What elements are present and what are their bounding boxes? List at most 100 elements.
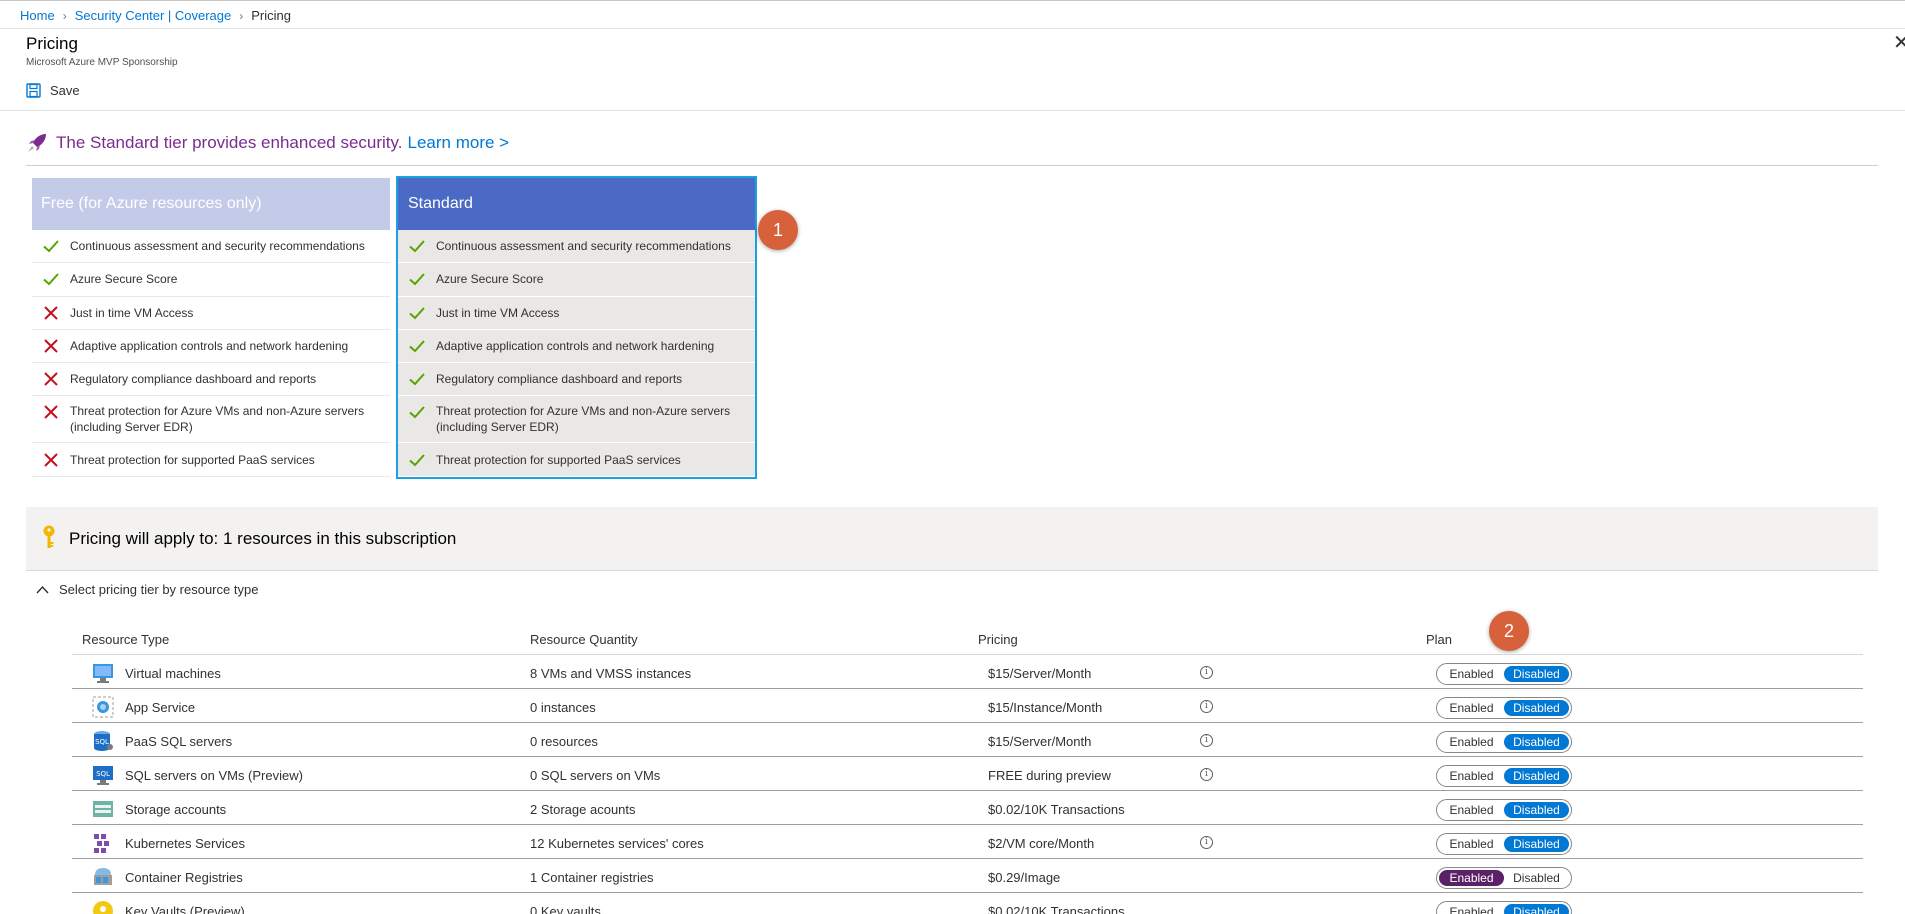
plan-toggle[interactable]: Enabled Disabled (1436, 901, 1572, 914)
app-service-icon (91, 695, 115, 719)
table-header-divider (72, 654, 1863, 655)
plan-toggle[interactable]: Enabled Disabled (1436, 833, 1572, 855)
chevron-up-icon (36, 585, 49, 594)
free-tier-card[interactable]: Free (for Azure resources only) Continuo… (32, 178, 390, 477)
plan-toggle[interactable]: Enabled Disabled (1436, 799, 1572, 821)
feature-label: Just in time VM Access (70, 305, 194, 320)
checkmark-icon (42, 237, 60, 255)
plan-enabled-option[interactable]: Enabled (1439, 802, 1504, 818)
resource-type-section-toggle[interactable]: Select pricing tier by resource type (36, 582, 258, 597)
plan-disabled-option[interactable]: Disabled (1504, 768, 1569, 784)
plan-disabled-option[interactable]: Disabled (1504, 802, 1569, 818)
pricing-cell: $15/Server/Month (988, 734, 1092, 749)
plan-enabled-option[interactable]: Enabled (1439, 768, 1504, 784)
feature-label: Threat protection for Azure VMs and non-… (70, 404, 365, 435)
checkmark-icon (408, 451, 426, 469)
cross-icon (42, 304, 60, 322)
plan-disabled-option[interactable]: Disabled (1504, 734, 1569, 750)
plan-disabled-option[interactable]: Disabled (1504, 870, 1569, 886)
feature-label: Continuous assessment and security recom… (70, 239, 365, 254)
virtual-machine-icon (91, 661, 115, 685)
sql-vm-icon: SQL (91, 763, 115, 787)
pricing-cell: $0.29/Image (988, 870, 1061, 885)
container-registry-icon (91, 865, 115, 889)
pricing-cell: $15/Server/Month (988, 666, 1092, 681)
top-bar: Home › Security Center | Coverage › Pric… (0, 0, 1905, 29)
breadcrumb-current: Pricing (251, 8, 291, 23)
resource-quantity-cell: 1 Container registries (530, 870, 654, 885)
resource-type-cell: Storage accounts (125, 802, 227, 817)
feature-row: Threat protection for Azure VMs and non-… (32, 396, 390, 444)
info-icon[interactable]: i (1200, 734, 1213, 747)
plan-toggle[interactable]: Enabled Disabled (1436, 867, 1572, 889)
save-button[interactable]: Save (26, 83, 80, 98)
toolbar-divider (0, 110, 1905, 111)
feature-row: Threat protection for supported PaaS ser… (32, 443, 390, 477)
plan-disabled-option[interactable]: Disabled (1504, 700, 1569, 716)
info-icon[interactable]: i (1200, 836, 1213, 849)
feature-label: Adaptive application controls and networ… (70, 339, 349, 354)
feature-row: Continuous assessment and security recom… (32, 230, 390, 264)
pricing-cell: $2/VM core/Month (988, 836, 1095, 851)
feature-row: Threat protection for supported PaaS ser… (398, 443, 755, 477)
feature-row: Azure Secure Score (398, 263, 755, 297)
table-row-divider (72, 790, 1863, 791)
pricing-cell: $0.02/10K Transactions (988, 802, 1125, 817)
banner-text: The Standard tier provides enhanced secu… (56, 133, 403, 152)
feature-row: Azure Secure Score (32, 263, 390, 297)
plan-toggle[interactable]: Enabled Disabled (1436, 731, 1572, 753)
cross-icon (42, 451, 60, 469)
callout-badge-1: 1 (758, 210, 798, 250)
chevron-right-icon: › (239, 8, 244, 23)
cross-icon (42, 337, 60, 355)
close-icon[interactable]: ✕ (1893, 33, 1905, 53)
plan-enabled-option[interactable]: Enabled (1439, 666, 1504, 682)
checkmark-icon (408, 270, 426, 288)
plan-enabled-option[interactable]: Enabled (1439, 700, 1504, 716)
info-icon[interactable]: i (1200, 666, 1213, 679)
cross-icon (42, 370, 60, 388)
plan-disabled-option[interactable]: Disabled (1504, 836, 1569, 852)
resource-quantity-cell: 0 SQL servers on VMs (530, 768, 661, 783)
table-row-divider (72, 824, 1863, 825)
table-row-divider (72, 722, 1863, 723)
plan-enabled-option[interactable]: Enabled (1439, 870, 1504, 886)
pricing-cell: $0.02/10K Transactions (988, 904, 1125, 914)
plan-disabled-option[interactable]: Disabled (1504, 666, 1569, 682)
learn-more-link[interactable]: Learn more > (408, 133, 510, 153)
feature-row: Threat protection for Azure VMs and non-… (398, 396, 755, 444)
plan-toggle[interactable]: Enabled Disabled (1436, 765, 1572, 787)
resource-type-cell: Container Registries (125, 870, 243, 885)
pricing-cell: FREE during preview (988, 768, 1111, 783)
resource-quantity-cell: 0 Key vaults (530, 904, 601, 914)
feature-label: Threat protection for supported PaaS ser… (70, 452, 315, 467)
column-header-plan: Plan (1426, 632, 1453, 647)
feature-label: Regulatory compliance dashboard and repo… (70, 372, 317, 387)
plan-enabled-option[interactable]: Enabled (1439, 734, 1504, 750)
plan-enabled-option[interactable]: Enabled (1439, 836, 1504, 852)
resource-type-section-label: Select pricing tier by resource type (59, 582, 259, 597)
column-header-resource-type: Resource Type (82, 632, 170, 647)
feature-row: Continuous assessment and security recom… (398, 230, 755, 264)
sql-server-icon: SQL (91, 729, 115, 753)
checkmark-icon (408, 370, 426, 388)
feature-label: Threat protection for supported PaaS ser… (436, 452, 681, 467)
plan-toggle[interactable]: Enabled Disabled (1436, 697, 1572, 719)
save-button-label: Save (50, 83, 80, 98)
feature-label: Continuous assessment and security recom… (436, 239, 731, 254)
resource-quantity-cell: 8 VMs and VMSS instances (530, 666, 692, 681)
plan-disabled-option[interactable]: Disabled (1504, 904, 1569, 914)
info-icon[interactable]: i (1200, 700, 1213, 713)
breadcrumb-home-link[interactable]: Home (20, 8, 55, 23)
column-header-pricing: Pricing (978, 632, 1018, 647)
plan-enabled-option[interactable]: Enabled (1439, 904, 1504, 914)
feature-row: Regulatory compliance dashboard and repo… (32, 363, 390, 397)
upgrade-banner: The Standard tier provides enhanced secu… (26, 132, 509, 154)
info-icon[interactable]: i (1200, 768, 1213, 781)
resource-type-cell: Virtual machines (125, 666, 221, 681)
rocket-icon (28, 134, 46, 152)
standard-tier-card[interactable]: Standard Continuous assessment and secur… (396, 176, 757, 479)
cross-icon (42, 403, 60, 421)
breadcrumb-security-center-link[interactable]: Security Center | Coverage (75, 8, 232, 23)
plan-toggle[interactable]: Enabled Disabled (1436, 663, 1572, 685)
